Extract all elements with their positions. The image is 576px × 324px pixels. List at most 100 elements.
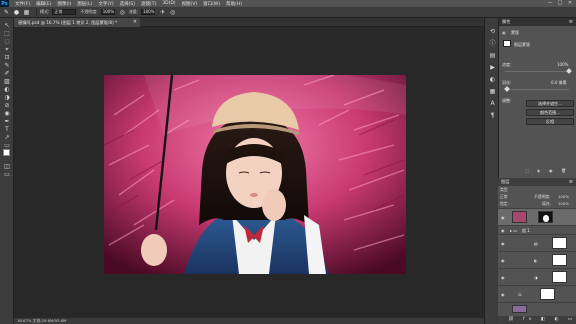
visibility-eye-icon[interactable]: ◉ <box>501 215 505 220</box>
layer-row[interactable]: ◉ <box>498 208 576 225</box>
document-image[interactable] <box>104 75 406 274</box>
menu-image[interactable]: 图像(I) <box>57 1 71 7</box>
minimize-button[interactable]: — <box>545 0 555 7</box>
visibility-eye-icon[interactable]: ◉ <box>501 241 505 246</box>
pixel-mask-icon[interactable]: ▣ <box>502 30 506 35</box>
adjustment-mask-thumbnail[interactable] <box>552 271 567 283</box>
layer-row[interactable]: ◉ ◐ <box>498 251 576 268</box>
screen-mode-icon[interactable]: ▭ <box>1 171 13 179</box>
brush-tool-icon[interactable]: ▨ <box>1 78 13 86</box>
feather-slider[interactable] <box>504 86 569 92</box>
density-slider-knob[interactable] <box>566 68 572 74</box>
menu-filter[interactable]: 滤镜(T) <box>141 1 156 7</box>
visibility-eye-icon[interactable]: ◉ <box>501 258 505 263</box>
select-and-mask-button[interactable]: 选择并遮住... <box>526 100 574 107</box>
close-tab-icon[interactable]: × <box>133 18 137 27</box>
invert-button[interactable]: 反相 <box>526 118 574 125</box>
adjustments-panel-icon[interactable]: ◐ <box>488 76 497 84</box>
brush-preset-icon[interactable]: ● <box>13 9 20 16</box>
brush-panel-icon[interactable]: ▦ <box>23 9 30 16</box>
info-panel-icon[interactable]: ⓘ <box>488 40 497 48</box>
delete-mask-icon[interactable]: 🗑 <box>561 168 566 173</box>
quick-select-tool-icon[interactable]: ⌖ <box>1 46 13 54</box>
menu-view[interactable]: 视图(V) <box>182 1 198 7</box>
history-brush-tool-icon[interactable]: ◑ <box>1 94 13 102</box>
pressure-opacity-icon[interactable]: ◎ <box>119 9 126 16</box>
layers-footer-icons[interactable]: ⛓ fx ◧ ◐ ▭ ⊞ 🗑 <box>498 316 576 324</box>
properties-tab[interactable]: 属性 ≡ <box>499 18 576 26</box>
layer-row[interactable]: ◉ ⚖ <box>498 285 576 302</box>
density-value[interactable]: 100% <box>557 62 568 67</box>
quick-mask-icon[interactable]: ◫ <box>1 163 13 171</box>
apply-mask-icon[interactable]: ◈ <box>537 168 540 173</box>
character-panel-icon[interactable]: A <box>488 100 497 108</box>
eyedropper-tool-icon[interactable]: ✎ <box>1 62 13 70</box>
canvas-area[interactable] <box>14 28 484 318</box>
document-tab[interactable]: 感情阿.psd @ 16.7% (图层 1 拷贝 2, 图层蒙版/8) * × <box>14 18 140 27</box>
tools-panel: ↖ ⬚ ◌ ⌖ ⊡ ✎ ✐ ▨ ◐ ◑ ⊘ ◉ ✒ T ↗ ▭ ◫ ▭ <box>0 18 14 324</box>
disable-mask-icon[interactable]: ◉ <box>549 168 553 173</box>
eraser-tool-icon[interactable]: ⊘ <box>1 102 13 110</box>
clone-stamp-tool-icon[interactable]: ◐ <box>1 86 13 94</box>
type-tool-icon[interactable]: T <box>1 126 13 134</box>
layer-row[interactable]: ◉ ▤ <box>498 234 576 251</box>
layer-group-row[interactable]: ◉ ▸ ▭ 组 1 <box>498 225 576 234</box>
move-tool-icon[interactable]: ↖ <box>1 22 13 30</box>
menu-type[interactable]: 文字(Y) <box>98 1 113 7</box>
brush-tool-icon[interactable]: ✎ <box>3 9 10 16</box>
adjustment-mask-thumbnail[interactable] <box>552 254 567 266</box>
opacity-label: 不透明度: <box>80 9 98 14</box>
feather-slider-knob[interactable] <box>504 86 510 92</box>
color-range-button[interactable]: 颜色范围... <box>526 109 574 116</box>
visibility-eye-icon[interactable]: ◉ <box>501 228 505 233</box>
visibility-eye-icon[interactable]: ◉ <box>501 292 505 297</box>
pressure-size-icon[interactable]: ◎ <box>169 9 176 16</box>
layers-menu-icon[interactable]: ≡ <box>569 178 573 186</box>
options-bar: ✎ ● ▦ 模式: 正常 不透明度: 100% ◎ 流量: 100% ✈ ◎ <box>0 7 576 18</box>
visibility-eye-icon[interactable]: ◉ <box>501 275 505 280</box>
histogram-panel-icon[interactable]: ▤ <box>488 52 497 60</box>
mode-select[interactable]: 正常 <box>52 9 77 15</box>
adjustment-mask-thumbnail[interactable] <box>540 288 555 300</box>
airbrush-icon[interactable]: ✈ <box>159 9 166 16</box>
healing-brush-tool-icon[interactable]: ✐ <box>1 70 13 78</box>
photoshop-window: Ps 文件(F) 编辑(E) 图像(I) 图层(L) 文字(Y) 选择(S) 滤… <box>0 0 576 324</box>
adjustment-mask-thumbnail[interactable] <box>552 237 567 249</box>
layers-tab[interactable]: 图层 ≡ <box>498 178 576 186</box>
lasso-tool-icon[interactable]: ◌ <box>1 38 13 46</box>
swatches-panel-icon[interactable]: ▦ <box>488 88 497 96</box>
menu-3d[interactable]: 3D(D) <box>162 1 175 6</box>
menu-file[interactable]: 文件(F) <box>15 1 30 7</box>
menu-window[interactable]: 窗口(W) <box>203 1 220 7</box>
history-panel-icon[interactable]: ⟲ <box>488 28 497 36</box>
layer-opacity-value[interactable]: 100% <box>558 194 569 200</box>
marquee-tool-icon[interactable]: ⬚ <box>1 30 13 38</box>
gradient-tool-icon[interactable]: ◉ <box>1 110 13 118</box>
flow-field[interactable]: 100% <box>141 9 156 15</box>
opacity-field[interactable]: 100% <box>100 9 115 15</box>
maximize-button[interactable]: □ <box>555 0 565 7</box>
layer-mask-thumbnail[interactable] <box>538 211 553 223</box>
menu-select[interactable]: 选择(S) <box>120 1 135 7</box>
load-selection-icon[interactable]: ⬚ <box>525 168 529 173</box>
menu-edit[interactable]: 编辑(E) <box>36 1 51 7</box>
layer-kind-filter[interactable]: 类型 <box>500 187 508 193</box>
panel-menu-icon[interactable]: ≡ <box>569 18 573 26</box>
menu-bar: Ps 文件(F) 编辑(E) 图像(I) 图层(L) 文字(Y) 选择(S) 滤… <box>0 0 576 7</box>
menu-layer[interactable]: 图层(L) <box>77 1 92 7</box>
path-select-tool-icon[interactable]: ↗ <box>1 134 13 142</box>
foreground-color-swatch[interactable] <box>3 149 10 156</box>
density-slider[interactable] <box>505 68 572 74</box>
lock-label: 锁定: <box>500 201 509 206</box>
fill-value[interactable]: 100% <box>558 201 569 207</box>
blend-mode-select[interactable]: 正常 <box>500 194 508 200</box>
crop-tool-icon[interactable]: ⊡ <box>1 54 13 62</box>
paragraph-panel-icon[interactable]: ¶ <box>488 112 497 120</box>
close-window-button[interactable]: ✕ <box>565 0 575 7</box>
menu-help[interactable]: 帮助(H) <box>226 1 242 7</box>
layer-row[interactable]: ◉ ◑ <box>498 268 576 285</box>
pen-tool-icon[interactable]: ✒ <box>1 118 13 126</box>
feather-value[interactable]: 0.0 像素 <box>551 80 567 86</box>
actions-panel-icon[interactable]: ▶ <box>488 64 497 72</box>
layer-row[interactable] <box>498 302 576 314</box>
